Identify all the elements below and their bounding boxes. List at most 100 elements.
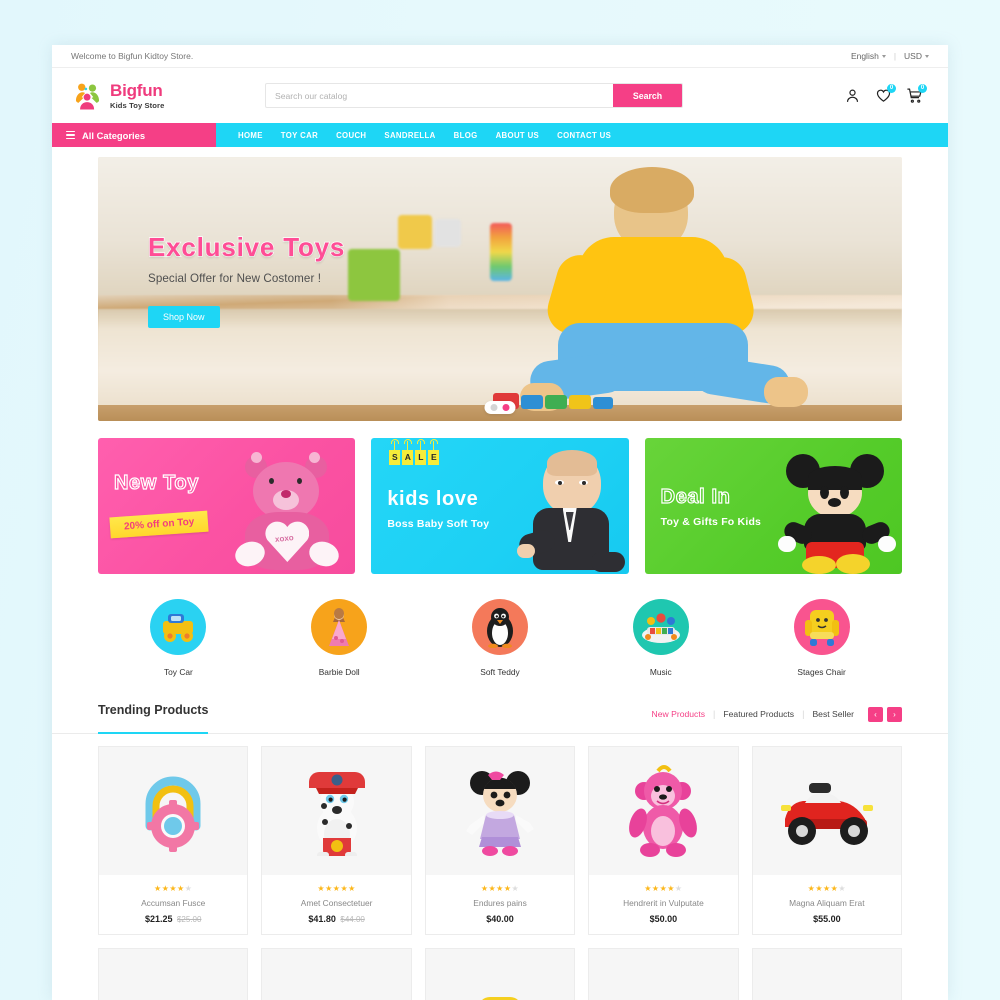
header-actions: 0 0 (844, 84, 929, 104)
tab-featured-products[interactable]: Featured Products (723, 709, 794, 719)
product-card[interactable] (424, 948, 576, 1000)
red-ride-on-car-icon (780, 783, 873, 845)
product-card[interactable]: ★★★★★ Amet Consectetuer $41.80 $44.00 (261, 746, 412, 935)
promo-banner-new-toy[interactable]: New Toy 20% off on Toy xoxo (98, 438, 356, 574)
product-name: Endures pains (473, 898, 527, 908)
yellow-chair-icon (482, 997, 518, 1000)
product-image (425, 747, 575, 875)
trending-tabs: New Products | Featured Products | Best … (652, 706, 902, 722)
search-input[interactable] (266, 84, 613, 107)
hero-carousel[interactable]: Exclusive Toys Special Offer for New Cos… (98, 157, 902, 421)
rating-stars: ★★★★★ (807, 884, 846, 893)
sale-tag-a: A (402, 439, 414, 465)
product-card[interactable] (98, 948, 249, 1000)
all-categories-button[interactable]: All Categories (52, 123, 216, 147)
nav-item-home[interactable]: HOME (238, 131, 263, 140)
promo-text: kids love Boss Baby Soft Toy (387, 488, 489, 530)
product-image (752, 949, 902, 1000)
language-selector[interactable]: English (851, 51, 886, 61)
mickey-mouse-art (777, 448, 896, 574)
next-arrow-button[interactable]: › (887, 706, 902, 722)
category-item-toy-car[interactable]: Toy Car (98, 599, 259, 677)
logo[interactable]: Bigfun Kids Toy Store (71, 79, 247, 112)
product-image (752, 747, 902, 875)
rating-stars: ★★★★★ (154, 884, 193, 893)
category-item-music[interactable]: Music (580, 599, 741, 677)
language-label: English (850, 51, 879, 61)
minnie-mouse-icon (466, 771, 535, 856)
hero-copy: Exclusive Toys Special Offer for New Cos… (147, 231, 346, 328)
promo-subheading: Boss Baby Soft Toy (387, 518, 490, 530)
category-circle (632, 599, 689, 655)
product-name: Magna Aliquam Erat (789, 898, 865, 908)
search-button[interactable]: Search (613, 84, 682, 107)
prev-arrow-button[interactable]: ‹ (868, 706, 883, 722)
welcome-message: Welcome to Bigfun Kidtoy Store. (71, 51, 194, 61)
promo-banner-kids-love[interactable]: S A L E kids love Boss Baby Soft Toy (371, 438, 629, 574)
product-image (425, 949, 575, 1000)
product-image (589, 949, 738, 1000)
promo-banner-deal-in[interactable]: Deal In Toy & Gifts Fo Kids (644, 438, 902, 574)
product-card[interactable]: ★★★★★ Endures pains $40.00 (424, 746, 576, 935)
main-navigation: All Categories HOME TOY CAR COUCH SANDRE… (52, 123, 948, 147)
category-item-barbie-doll[interactable]: Barbie Doll (259, 599, 420, 677)
product-card[interactable] (751, 948, 903, 1000)
category-circle (150, 599, 207, 655)
nav-item-contact-us[interactable]: CONTACT US (557, 131, 611, 140)
product-card[interactable] (588, 948, 739, 1000)
current-price: $40.00 (486, 914, 514, 924)
tab-new-products[interactable]: New Products (652, 709, 706, 719)
old-price: $25.00 (176, 915, 202, 924)
promo-text: New Toy (113, 471, 199, 495)
category-item-stages-chair[interactable]: Stages Chair (741, 599, 902, 677)
sale-tags: S A L E (389, 439, 440, 465)
tab-best-seller[interactable]: Best Seller (812, 709, 854, 719)
old-price: $44.00 (340, 915, 365, 924)
teddy-bear-art: xoxo (231, 450, 349, 574)
trending-header: Trending Products New Products | Feature… (52, 677, 948, 734)
carousel-arrows: ‹ › (868, 706, 902, 722)
nav-item-about-us[interactable]: ABOUT US (496, 131, 540, 140)
account-icon[interactable] (844, 87, 861, 104)
product-grid-row-2 (52, 935, 948, 1000)
store-page: Welcome to Bigfun Kidtoy Store. English … (52, 45, 948, 1000)
product-card[interactable] (261, 948, 412, 1000)
toy-car-icon (163, 614, 194, 642)
category-item-soft-teddy[interactable]: Soft Teddy (420, 599, 581, 677)
wishlist-icon[interactable]: 0 (875, 84, 896, 104)
currency-selector[interactable]: USD (904, 51, 929, 61)
sale-tag-s: S (389, 439, 401, 465)
product-price: $50.00 (589, 914, 737, 924)
category-shortcuts: Toy Car Barbie Doll Soft Teddy Music Sta… (52, 574, 948, 677)
category-circle (471, 599, 528, 655)
red-toy-icon (294, 993, 380, 1000)
wishlist-count-badge: 0 (887, 84, 896, 93)
hero-section: Exclusive Toys Special Offer for New Cos… (52, 147, 948, 421)
product-card[interactable]: ★★★★★ Accumsan Fusce $21.25 $25.00 (98, 746, 249, 935)
nav-item-toy-car[interactable]: TOY CAR (281, 131, 318, 140)
nav-item-sandrella[interactable]: SANDRELLA (384, 131, 435, 140)
chevron-down-icon (925, 54, 929, 58)
nav-item-couch[interactable]: COUCH (336, 131, 366, 140)
nav-item-blog[interactable]: BLOG (454, 131, 478, 140)
carousel-dot-1[interactable] (490, 404, 498, 411)
music-toy-icon (641, 613, 680, 643)
product-card[interactable]: ★★★★★ Hendrerit in Vulputate $50.00 (588, 746, 739, 935)
sale-tag-e: E (428, 439, 440, 465)
hero-title: Exclusive Toys (147, 231, 346, 262)
divider: | (713, 709, 716, 719)
decor-xylophone (490, 223, 512, 281)
product-name: Hendrerit in Vulputate (623, 898, 704, 908)
product-card[interactable]: ★★★★★ Magna Aliquam Erat $55.00 (751, 746, 903, 935)
promo-banners: New Toy 20% off on Toy xoxo S A L E kids… (52, 421, 948, 574)
shop-now-button[interactable]: Shop Now (148, 306, 220, 328)
divider: | (802, 709, 805, 719)
rating-stars: ★★★★★ (644, 884, 683, 893)
cart-icon[interactable]: 0 (906, 84, 927, 104)
current-price: $50.00 (649, 914, 678, 924)
food-toys-icon (785, 994, 869, 1000)
carousel-dot-2[interactable] (502, 404, 510, 411)
site-header: Bigfun Kids Toy Store Search 0 (52, 68, 948, 123)
cart-count-badge: 0 (918, 84, 927, 93)
rating-stars: ★★★★★ (317, 884, 356, 893)
